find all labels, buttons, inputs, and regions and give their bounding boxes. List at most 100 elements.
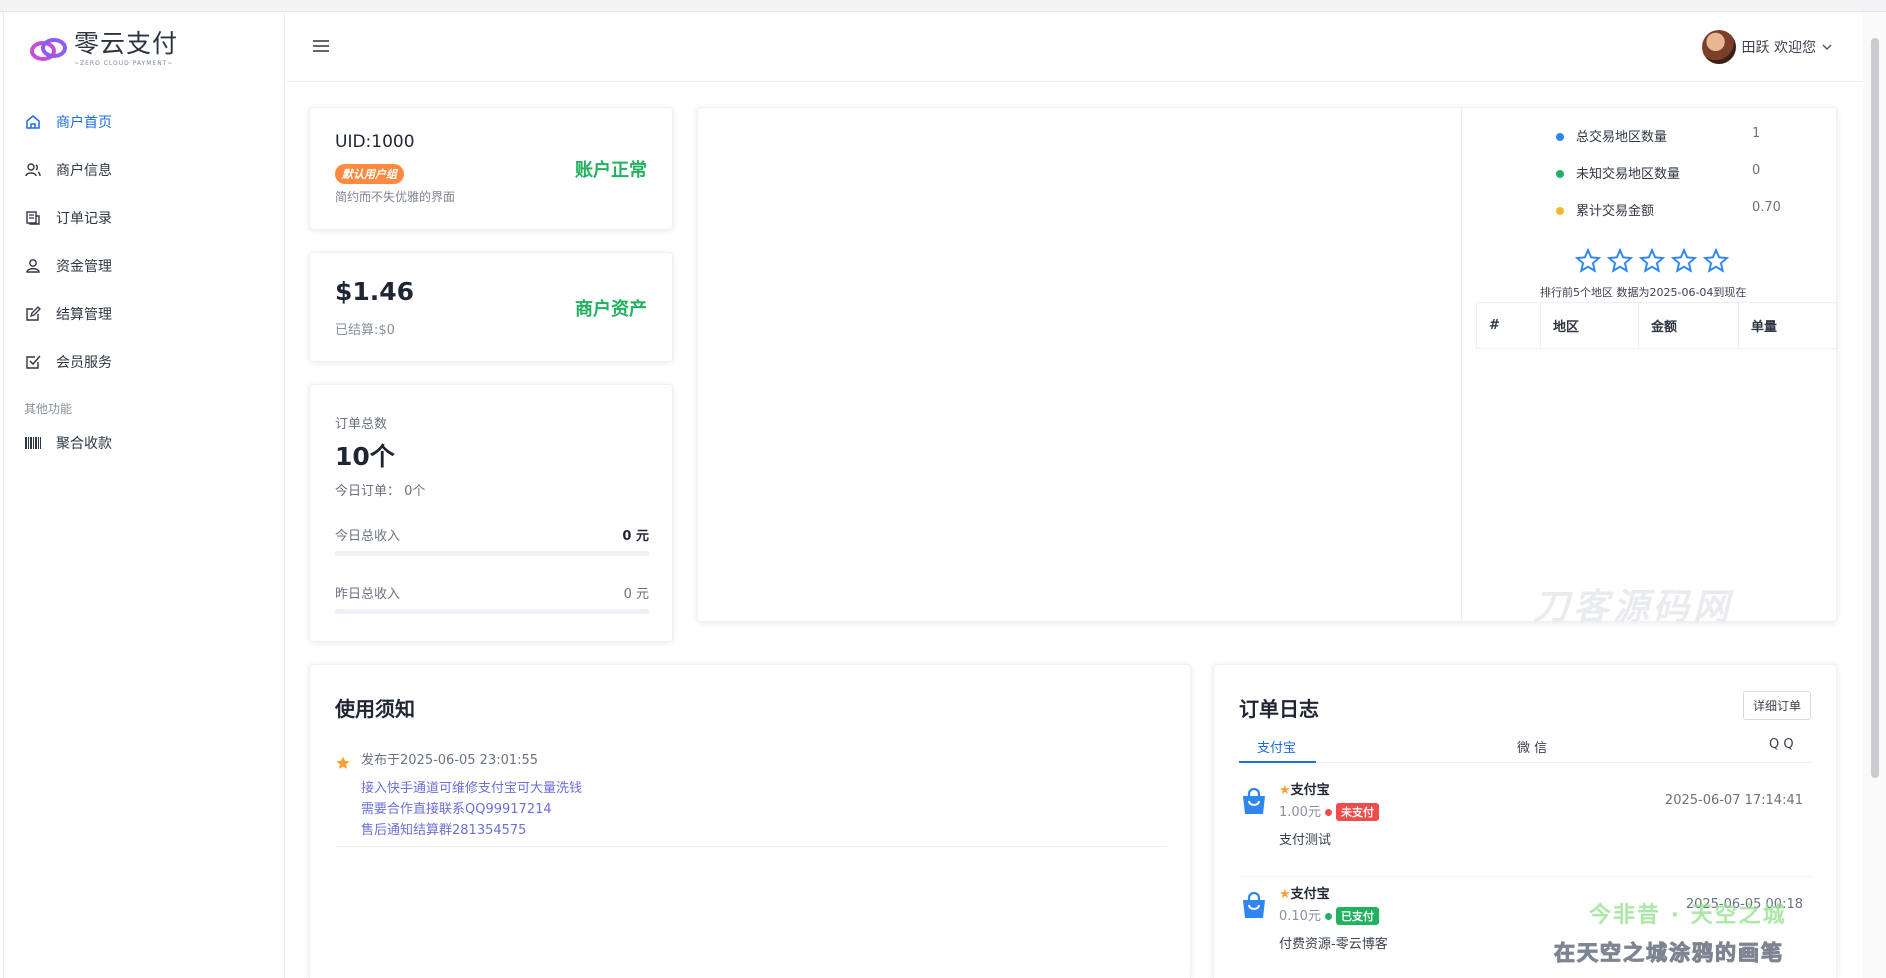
star-filled-icon — [336, 756, 350, 769]
sidebar-item-merchant-info[interactable]: 商户信息 — [24, 146, 264, 194]
legend-value: 0 — [1752, 163, 1761, 178]
sidebar-item-orders[interactable]: 订单记录 — [24, 194, 264, 242]
home-icon — [24, 113, 42, 131]
barcode-icon — [24, 434, 42, 452]
legend-dot — [1556, 207, 1564, 215]
log-payment-name: 支付宝 — [1290, 783, 1330, 798]
legend-item: 累计交易金额 0.70 — [1556, 200, 1796, 237]
trade-map-card: 刀客源码网 总交易地区数量 1 未知交易地区数量 0 累计交易金额 0.70 排… — [697, 107, 1838, 628]
brand-subtitle: ~ZERO CLOUD PAYMENT~ — [74, 60, 174, 67]
legend-label: 总交易地区数量 — [1576, 130, 1668, 145]
orders-card: 订单总数 10个 今日订单： 0个 今日总收入 0 元 昨日总收入 0 元 — [309, 384, 673, 642]
legend-label: 累计交易金额 — [1576, 204, 1655, 219]
today-income-bar — [335, 551, 649, 556]
user-menu[interactable]: 田跃 欢迎您 — [1701, 30, 1832, 64]
shopping-bag-icon — [1243, 891, 1265, 918]
log-description: 支付测试 — [1279, 833, 1332, 848]
brand-logo[interactable]: 零云支付 ~ZERO CLOUD PAYMENT~ — [28, 30, 178, 67]
tab-qq[interactable]: Q Q — [1769, 737, 1794, 752]
log-amount: 0.10元 — [1279, 909, 1321, 924]
status-badge: 未支付 — [1335, 803, 1379, 821]
yesterday-income-row: 昨日总收入 0 元 — [335, 583, 649, 614]
tab-wechat[interactable]: 微 信 — [1517, 737, 1547, 756]
notice-date: 发布于2025-06-05 23:01:55 — [361, 753, 539, 768]
legend-dot — [1556, 133, 1564, 141]
notice-title: 使用须知 — [335, 697, 415, 721]
active-tab-indicator — [1239, 761, 1316, 763]
log-description: 付费资源-零云博客 — [1279, 937, 1388, 952]
wallet-user-icon — [24, 257, 42, 275]
cloud-logo-icon — [28, 32, 70, 66]
brand-title: 零云支付 — [74, 29, 179, 58]
sidebar-item-label: 商户首页 — [56, 115, 112, 131]
trade-legend: 总交易地区数量 1 未知交易地区数量 0 累计交易金额 0.70 — [1556, 126, 1796, 237]
star-outline-icon — [1639, 248, 1665, 273]
overlay-caption-text: 在天空之城涂鸦的画笔 — [1554, 941, 1784, 966]
log-time: 2025-06-07 17:14:41 — [1664, 793, 1803, 808]
check-square-icon — [24, 353, 42, 371]
sidebar-item-home[interactable]: 商户首页 — [24, 98, 264, 146]
sidebar-item-label: 会员服务 — [56, 355, 112, 371]
tab-alipay[interactable]: 支付宝 — [1257, 737, 1296, 756]
legend-value: 1 — [1752, 126, 1761, 141]
sidebar-item-label: 订单记录 — [56, 211, 112, 227]
today-income-label: 今日总收入 — [335, 529, 401, 544]
legend-dot — [1556, 170, 1564, 178]
avatar — [1701, 30, 1736, 64]
rank-table: # 地区 金额 单量 — [1476, 302, 1838, 349]
list-item[interactable]: ★支付宝 1.00元 未支付 2025-06-07 17:14:41 支付测试 — [1239, 773, 1813, 877]
scrollbar-thumb[interactable] — [1871, 38, 1879, 778]
detail-orders-button[interactable]: 详细订单 — [1742, 691, 1811, 720]
overlay-watermark-text: 今非昔 · 天空之城 — [1589, 903, 1787, 928]
today-income-row: 今日总收入 0 元 — [335, 525, 649, 556]
account-card: UID:1000 默认用户组 简约而不失优雅的界面 账户正常 — [309, 107, 673, 230]
watermark-text: 刀客源码网 — [1533, 587, 1734, 628]
asset-label: 商户资产 — [575, 299, 647, 320]
shopping-bag-icon — [1243, 787, 1265, 814]
sidebar-item-settlement[interactable]: 结算管理 — [24, 290, 264, 338]
menu-toggle-icon[interactable] — [312, 38, 332, 56]
sidebar-item-label: 结算管理 — [56, 307, 112, 323]
notice-line: 接入快手通道可维修支付宝可大量洗钱 — [361, 781, 583, 796]
user-group-badge: 默认用户组 — [335, 164, 404, 184]
star-outline-icon — [1607, 248, 1633, 273]
account-status: 账户正常 — [575, 160, 647, 181]
browser-top-strip — [0, 0, 1886, 12]
uid-label: UID:1000 — [335, 132, 415, 152]
user-greeting: 田跃 欢迎您 — [1741, 40, 1816, 56]
status-badge: 已支付 — [1335, 907, 1379, 925]
star-filled-icon: ★ — [1279, 783, 1291, 798]
star-filled-icon: ★ — [1279, 887, 1291, 902]
sidebar-item-label: 资金管理 — [56, 259, 112, 275]
payment-tabs: 支付宝 微 信 Q Q — [1239, 731, 1813, 763]
edit-icon — [24, 305, 42, 323]
sidebar-item-funds[interactable]: 资金管理 — [24, 242, 264, 290]
sidebar-item-aggregate-pay[interactable]: 聚合收款 — [24, 424, 264, 462]
order-log-card: 订单日志 详细订单 支付宝 微 信 Q Q ★支付宝 1.00元 未支付 2025… — [1213, 664, 1837, 978]
page-scrollbar[interactable] — [1863, 12, 1886, 978]
yesterday-income-value: 0 元 — [623, 587, 649, 602]
sidebar: 零云支付 ~ZERO CLOUD PAYMENT~ 商户首页 商户信息 订单记录… — [4, 12, 285, 978]
rating-stars — [1575, 248, 1729, 274]
notice-line: 售后通知结算群281354575 — [361, 823, 527, 838]
sidebar-item-label: 聚合收款 — [56, 436, 112, 452]
map-divider — [1461, 108, 1462, 621]
receipt-icon — [24, 209, 42, 227]
notice-line: 需要合作直接联系QQ99917214 — [361, 802, 552, 817]
notice-item: 发布于2025-06-05 23:01:55 接入快手通道可维修支付宝可大量洗钱… — [335, 749, 1167, 847]
rank-col-amount: 金额 — [1638, 302, 1739, 349]
account-description: 简约而不失优雅的界面 — [335, 190, 456, 204]
legend-item: 未知交易地区数量 0 — [1556, 163, 1796, 200]
log-payment-name: 支付宝 — [1290, 887, 1330, 902]
status-dot — [1324, 808, 1332, 816]
rank-col-region: 地区 — [1540, 302, 1639, 349]
order-total-label: 订单总数 — [335, 417, 388, 432]
legend-label: 未知交易地区数量 — [1576, 167, 1681, 182]
top-header: 田跃 欢迎您 — [286, 12, 1864, 82]
sidebar-section-label: 其他功能 — [24, 402, 73, 416]
legend-item: 总交易地区数量 1 — [1556, 126, 1796, 163]
sidebar-item-membership[interactable]: 会员服务 — [24, 338, 264, 386]
yesterday-income-label: 昨日总收入 — [335, 587, 401, 602]
star-outline-icon — [1671, 248, 1697, 273]
log-amount: 1.00元 — [1279, 805, 1321, 820]
